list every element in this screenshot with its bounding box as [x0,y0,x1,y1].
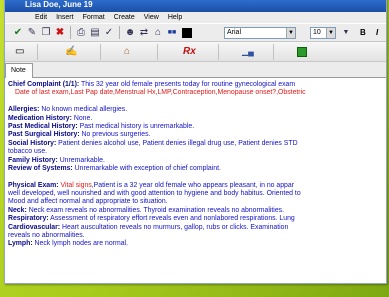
home-icon[interactable]: ⌂ [124,45,130,59]
psh-text: No previous surgeries. [79,131,151,139]
cardiovascular-exam-cont: reveals no abnormalities. [8,232,85,240]
chart-icon[interactable]: ▁▄ [242,45,254,59]
psh-label: Past Surgical History: [8,131,80,139]
neck-label: Neck: [8,206,27,214]
review-of-systems: Review of Systems: Unremarkable with exc… [8,165,386,173]
toolbar-divider [273,44,274,60]
rx-button[interactable]: Rx [183,45,196,59]
family-history: Family History: Unremarkable. [8,157,386,165]
respiratory-exam: Respiratory: Assessment of respiratory e… [8,215,386,223]
lymph-text: Neck lymph nodes are normal. [32,240,128,248]
physical-exam-cont: well developed, well nourished and with … [8,190,301,198]
family-text: Unremarkable. [57,156,105,164]
toolbar-divider [37,44,38,60]
social-text: Patient denies alcohol use, Patient deni… [56,139,298,147]
font-name-value: Arial [227,29,242,36]
font-name-select[interactable]: Arial ▼ [224,27,296,39]
users-icon[interactable]: ☻ [123,25,137,41]
window-title: Lisa Doe, June 19 [5,0,386,12]
past-surgical-history: Past Surgical History: No previous surge… [8,131,386,139]
chief-complaint-text: This 32 year old female presents today f… [79,81,296,88]
font-size-select[interactable]: 10 ▼ [310,27,336,39]
chevron-down-icon[interactable]: ▼ [286,28,295,38]
tab-bar: Note [5,62,386,78]
pmh-label: Past Medical History: [8,122,78,130]
toolbar-divider [157,44,158,60]
respiratory-text: Assessment of respiratory effort reveals… [48,215,295,223]
tab-note[interactable]: Note [5,63,33,78]
medication-history: Medication History: None. [8,115,386,123]
ros-text: Unremarkable with exception of chief com… [72,164,221,172]
neck-exam: Neck: Neck exam reveals no abnormalities… [8,207,386,215]
vital-signs-link[interactable]: Vital signs [59,182,91,189]
format-toolbar: ✔ ✎ ❐ ✖ ⎙ ▤ ✓ ☻ ⇄ ⌂ ■■ Arial ▼ 10 ▼ ▼ B … [5,23,386,42]
medication-label: Medication History: [8,114,72,122]
pmh-text: Past medical history is unremarkable. [77,122,195,130]
arrows-icon[interactable]: ⇄ [137,25,151,41]
menu-bar: Edit Insert Format Create View Help [5,12,386,23]
physical-exam: Physical Exam: Vital signs,Patient is a … [8,182,386,190]
print-preview-icon[interactable]: ▤ [88,25,102,41]
medication-text: None. [71,114,93,122]
social-history: Social History: Patient denies alcohol u… [8,140,386,148]
delete-icon[interactable]: ✖ [53,25,67,41]
physical-exam-text: ,Patient is a 32 year old female who app… [91,181,295,189]
menu-format[interactable]: Format [83,12,105,23]
actions-toolbar: ▭ ✍ ⌂ Rx ▁▄ [5,42,386,62]
chief-complaint-prompts[interactable]: Date of last exam,Last Pap date,Menstrua… [8,89,386,97]
menu-view[interactable]: View [144,12,159,23]
check-icon[interactable]: ✔ [11,25,25,41]
menu-create[interactable]: Create [114,12,135,23]
transfer-icon[interactable]: ⌂ [151,25,165,41]
toolbar-divider [70,26,71,39]
menu-edit[interactable]: Edit [35,12,47,23]
sign-icon[interactable]: ✍ [65,45,77,59]
font-size-value: 10 [313,29,321,36]
family-label: Family History: [8,156,58,164]
form-icon[interactable]: ▭ [15,45,24,59]
menu-help[interactable]: Help [168,12,182,23]
chevron-down-icon[interactable]: ▼ [326,28,335,38]
cardiovascular-exam: Cardiovascular: Heart auscultation revea… [8,224,386,232]
allergies-label: Allergies: [8,106,40,114]
copy-icon[interactable]: ❐ [39,25,53,41]
chevron-down-icon[interactable]: ▼ [339,25,353,41]
ros-label: Review of Systems: [8,164,73,172]
color-icon[interactable]: ■■ [165,25,179,41]
spelling-icon[interactable]: ✓ [102,25,116,41]
lymph-exam: Lymph: Neck lymph nodes are normal. [8,240,386,248]
lymph-label: Lymph: [8,240,33,248]
social-label: Social History: [8,139,57,147]
bold-button[interactable]: B [360,26,366,40]
color-swatch[interactable] [182,27,192,38]
italic-button[interactable]: I [376,26,378,40]
chief-complaint: Chief Complaint (1/1): This 32 year old … [8,81,386,89]
toolbar-divider [119,26,120,39]
physical-exam-cont: Mood and affect normal and appropriate t… [8,198,168,206]
toolbar-divider [100,44,101,60]
chief-complaint-label: Chief Complaint (1/1): [8,81,80,88]
note-editor[interactable]: Chief Complaint (1/1): This 32 year old … [5,78,386,249]
neck-text: Neck exam reveals no abnormalities. Thyr… [26,206,285,214]
note-window: Lisa Doe, June 19 Edit Insert Format Cre… [4,0,387,284]
green-box-icon[interactable] [297,47,307,57]
print-icon[interactable]: ⎙ [74,25,88,41]
respiratory-label: Respiratory: [8,215,49,223]
cardiovascular-text: Heart auscultation reveals no murmurs, g… [60,223,289,231]
menu-insert[interactable]: Insert [56,12,74,23]
allergies: Allergies: No known medical allergies. [8,106,386,114]
cardiovascular-label: Cardiovascular: [8,223,61,231]
allergies-text: No known medical allergies. [39,106,128,114]
toolbar-divider [218,44,219,60]
spellcheck-icon[interactable]: ✎ [25,25,39,41]
social-history-cont: tobacco use. [8,148,48,156]
physical-exam-label: Physical Exam: [8,181,59,189]
past-medical-history: Past Medical History: Past medical histo… [8,123,386,131]
